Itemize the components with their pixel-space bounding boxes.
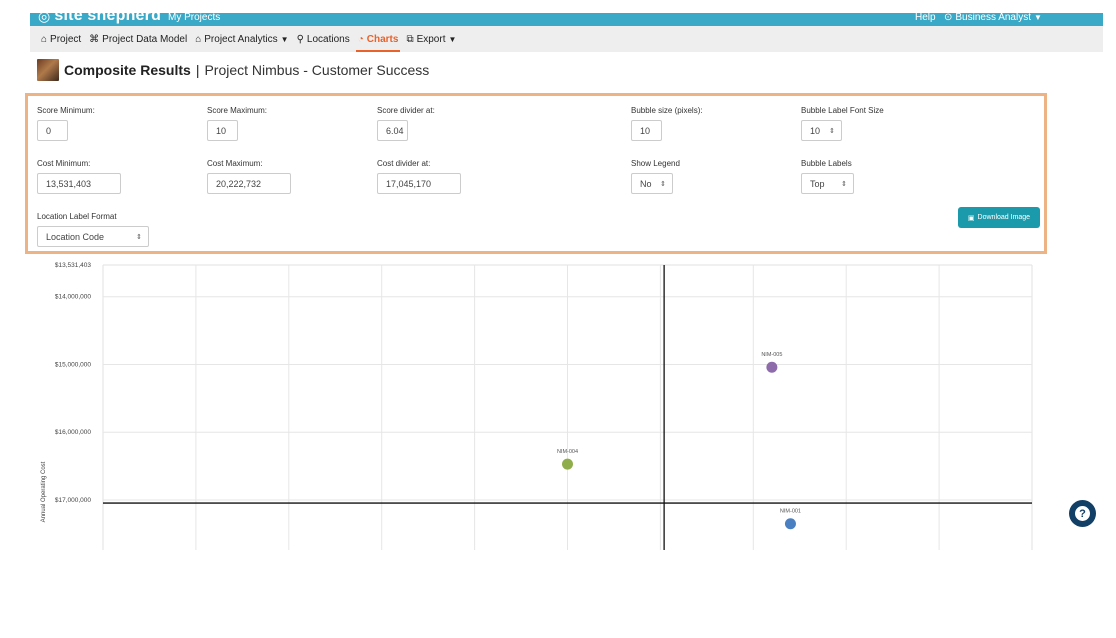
user-icon: ⊙ [944,12,953,23]
question-icon: ? [1075,506,1090,521]
y-tick-label: $13,531,403 [55,262,92,269]
nav-locations-label: Locations [306,33,350,45]
user-name: Business Analyst [955,12,1031,23]
nav-export-label: Export [416,33,446,45]
cost-divider-input[interactable]: 17,045,170 [377,173,461,194]
bubble-labels-select[interactable]: Top ⇕ [801,173,854,194]
data-point [562,458,573,470]
page-subtitle: Project Nimbus - Customer Success [204,62,430,78]
top-header: ◎ site shepherd My Projects Help ⊙ Busin… [30,7,1103,26]
bubble-size-input[interactable]: 10 [631,120,662,141]
location-label-format-value: Location Code [46,231,105,242]
nav-export[interactable]: ⧉ Export ▼ [402,26,460,52]
data-model-icon: ⌘ [89,33,100,45]
score-max-input[interactable]: 10 [207,120,238,141]
select-arrows-icon: ⇕ [841,180,847,188]
chevron-down-icon: ▼ [448,34,457,44]
brand-name: site shepherd [54,7,162,24]
score-divider-label: Score divider at: [377,106,435,115]
chevron-down-icon: ▼ [1034,13,1042,22]
chart-controls-panel: Score Minimum: 0 Score Maximum: 10 Score… [25,93,1047,254]
data-point-label: NIM-004 [557,449,578,455]
download-image-label: Download Image [977,214,1031,221]
nav-charts[interactable]: ◔ Charts [354,26,403,52]
cost-max-label: Cost Maximum: [207,159,263,168]
cost-max-input[interactable]: 20,222,732 [207,173,291,194]
user-menu[interactable]: ⊙ Business Analyst ▼ [944,12,1042,23]
cost-min-label: Cost Minimum: [37,159,91,168]
bubble-labels-value: Top [810,178,825,189]
title-separator: | [195,62,200,78]
data-point-label: NIM-005 [761,352,782,358]
nav-locations[interactable]: ⚲ Locations [293,26,354,52]
select-arrows-icon: ⇕ [660,180,666,188]
chart-icon: ◔ [357,33,364,45]
map-pin-icon: ⚲ [296,33,304,45]
brand-logo[interactable]: ◎ site shepherd [38,7,161,25]
bubble-font-size-select[interactable]: 10 ⇕ [801,120,842,141]
shield-logo-icon: ◎ [38,7,51,24]
bubble-font-size-label: Bubble Label Font Size [801,106,884,115]
data-point-label: NIM-001 [780,509,801,515]
analytics-icon: ⌂ [195,33,202,45]
score-divider-input[interactable]: 6.04 [377,120,408,141]
show-legend-label: Show Legend [631,159,680,168]
my-projects-link[interactable]: My Projects [168,12,220,23]
nav-analytics-label: Project Analytics [204,33,278,45]
cost-divider-label: Cost divider at: [377,159,431,168]
main-nav: ⌂ Project ⌘ Project Data Model ⌂ Project… [30,26,1103,52]
score-max-label: Score Maximum: [207,106,268,115]
bubble-labels-label: Bubble Labels [801,159,852,168]
nav-project-data-model[interactable]: ⌘ Project Data Model [85,26,191,52]
location-label-format-label: Location Label Format [37,212,117,221]
nav-project-label: Project [50,33,82,45]
page-title: Composite Results [64,62,191,78]
show-legend-value: No [640,178,652,189]
building-icon: ⌂ [41,33,48,45]
bubble-font-size-value: 10 [810,125,821,136]
y-tick-label: $17,000,000 [55,497,92,504]
nav-charts-label: Charts [366,33,399,45]
y-tick-label: $15,000,000 [55,361,92,368]
location-label-format-select[interactable]: Location Code ⇕ [37,226,149,247]
select-arrows-icon: ⇕ [136,233,142,241]
page-title-row: Composite Results | Project Nimbus - Cus… [37,59,429,81]
nav-project[interactable]: ⌂ Project [37,26,85,52]
help-chat-button[interactable]: ? [1069,500,1096,527]
export-icon: ⧉ [406,33,414,45]
nav-project-analytics[interactable]: ⌂ Project Analytics ▼ [191,26,292,52]
download-image-button[interactable]: ▣ Download Image [958,207,1040,228]
bubble-size-label: Bubble size (pixels): [631,106,703,115]
project-thumbnail [37,59,59,81]
help-link[interactable]: Help [915,12,936,23]
cost-min-input[interactable]: 13,531,403 [37,173,121,194]
nav-data-model-label: Project Data Model [102,33,188,45]
show-legend-select[interactable]: No ⇕ [631,173,673,194]
chevron-down-icon: ▼ [280,34,289,44]
select-arrows-icon: ⇕ [829,127,835,135]
y-axis-label: Annual Operating Cost [41,461,47,522]
y-tick-label: $16,000,000 [55,429,92,436]
data-point [766,361,778,373]
data-point [784,518,796,530]
score-min-input[interactable]: 0 [37,120,68,141]
score-min-label: Score Minimum: [37,106,95,115]
y-tick-label: $14,000,000 [55,294,92,301]
image-icon: ▣ [967,214,975,222]
